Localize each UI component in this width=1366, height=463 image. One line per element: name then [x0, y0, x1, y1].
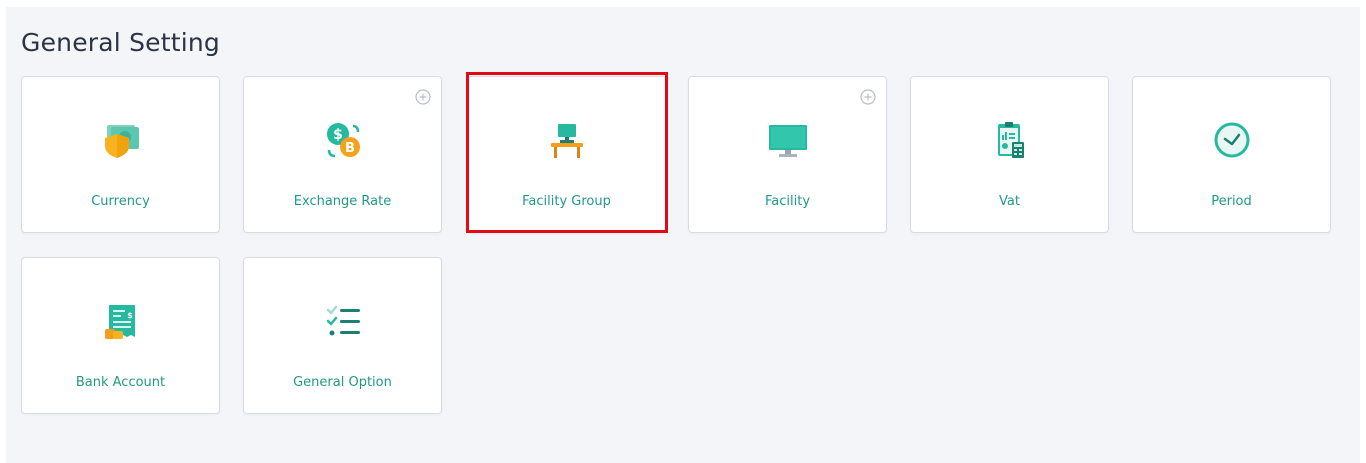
svg-text:B: B — [345, 141, 355, 156]
card-period[interactable]: Period — [1132, 76, 1331, 233]
card-label: Currency — [91, 194, 150, 209]
card-bank-account[interactable]: $ Bank Account — [21, 257, 220, 414]
card-label: Vat — [999, 194, 1020, 209]
card-label: General Option — [293, 375, 392, 390]
monitor-icon — [768, 125, 807, 157]
card-label: Bank Account — [75, 375, 166, 390]
card-currency[interactable]: Currency — [21, 76, 220, 233]
svg-text:$: $ — [333, 127, 343, 143]
card-label: Facility — [764, 194, 811, 209]
card-vat[interactable]: Vat — [910, 76, 1109, 233]
svg-text:$: $ — [127, 311, 133, 320]
card-label: Exchange Rate — [293, 194, 392, 209]
currency-shield-icon — [104, 125, 139, 158]
dollar-bitcoin-exchange-icon: $ B — [326, 123, 360, 158]
add-circle-icon[interactable] — [860, 89, 876, 105]
card-label: Period — [1211, 194, 1252, 209]
card-exchange-rate[interactable]: $ B Exchange Rate — [243, 76, 442, 233]
card-facility-group[interactable]: Facility Group — [467, 76, 666, 233]
card-facility[interactable]: Facility — [688, 76, 887, 233]
desk-computer-icon — [550, 124, 583, 158]
card-label: Facility Group — [522, 194, 611, 209]
page-title: General Setting — [21, 28, 220, 57]
bank-statement-icon: $ — [104, 305, 135, 339]
card-general-option[interactable]: General Option — [243, 257, 442, 414]
checklist-icon — [326, 305, 360, 336]
clock-icon — [1214, 122, 1249, 158]
add-circle-icon[interactable] — [415, 89, 431, 105]
report-calculator-icon — [997, 122, 1024, 158]
